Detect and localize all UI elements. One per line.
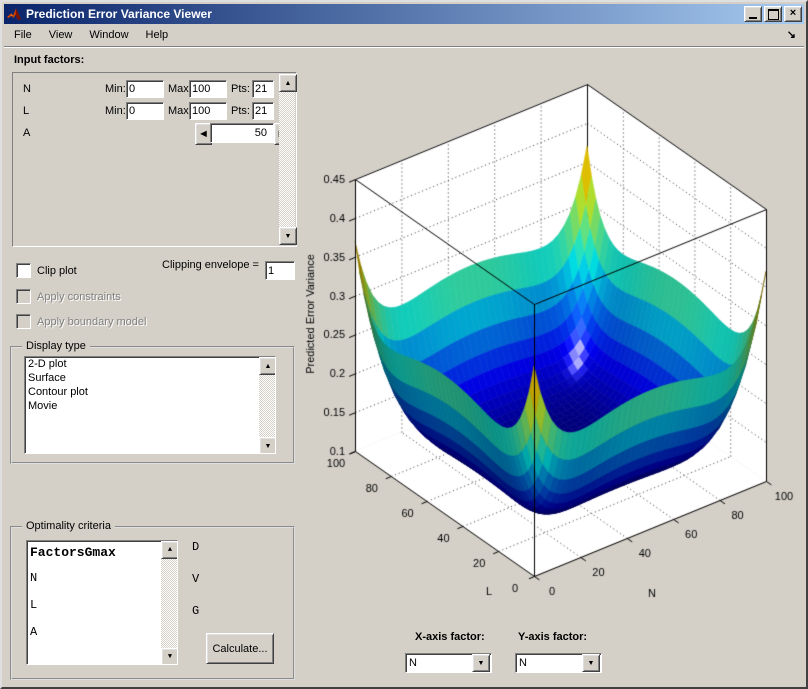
min-label-L: Min: <box>105 105 126 117</box>
apply-constraints-checkbox <box>16 289 31 304</box>
pts-label-N: Pts: <box>231 83 250 95</box>
factor-name-N: N <box>23 83 31 95</box>
slider-value-A[interactable]: 50 <box>210 123 274 143</box>
apply-boundary-row: Apply boundary model <box>16 314 146 329</box>
clip-plot-row: Clip plot <box>16 263 77 278</box>
app-window: { "window": { "title": "Prediction Error… <box>0 0 808 689</box>
menu-view[interactable]: View <box>42 26 80 44</box>
clip-plot-label: Clip plot <box>37 265 77 277</box>
criteria-letter-D: D <box>192 540 199 554</box>
close-icon: × <box>790 8 796 19</box>
max-label-L: Max <box>168 105 189 117</box>
factor-name-L: L <box>23 105 29 117</box>
scroll-down-icon[interactable]: ▼ <box>161 648 178 665</box>
maximize-icon <box>768 9 779 20</box>
minimize-button[interactable] <box>744 6 762 22</box>
min-input-N[interactable] <box>126 80 164 98</box>
display-type-list: 2-D plot Surface Contour plot Movie ▲ ▼ <box>24 356 276 454</box>
display-type-scrollbar[interactable]: ▲ ▼ <box>259 357 275 453</box>
display-type-title: Display type <box>22 340 90 352</box>
factor-name-A: A <box>23 127 30 139</box>
maximize-button[interactable] <box>764 6 782 22</box>
scroll-down-icon[interactable]: ▼ <box>259 437 276 454</box>
x-axis-factor-label: X-axis factor: <box>415 631 485 643</box>
menu-window[interactable]: Window <box>82 26 135 44</box>
clip-plot-checkbox[interactable] <box>16 263 31 278</box>
list-item-factorsgmax[interactable]: FactorsGmax <box>27 541 177 561</box>
list-item-surface[interactable]: Surface <box>25 371 275 385</box>
apply-constraints-row: Apply constraints <box>16 289 121 304</box>
clipping-envelope-label: Clipping envelope = <box>162 259 259 271</box>
input-factors-scrollbar[interactable]: ▲ ▼ <box>279 74 295 243</box>
optimality-list: FactorsGmax N L A ▲ ▼ <box>26 540 178 665</box>
pts-input-N[interactable] <box>252 80 274 98</box>
scroll-up-icon[interactable]: ▲ <box>161 541 178 559</box>
calculate-button[interactable]: Calculate... <box>206 633 274 664</box>
optimality-groupbox: Optimality criteria FactorsGmax N L A ▲ … <box>10 526 295 680</box>
scroll-down-icon[interactable]: ▼ <box>279 227 297 245</box>
close-button[interactable]: × <box>784 6 802 22</box>
window-title: Prediction Error Variance Viewer <box>26 7 212 21</box>
list-item-L[interactable]: L <box>27 586 177 613</box>
list-item-contour[interactable]: Contour plot <box>25 385 275 399</box>
optimality-title: Optimality criteria <box>22 520 115 532</box>
max-input-L[interactable] <box>189 102 227 120</box>
dropdown-icon[interactable]: ▼ <box>472 654 490 672</box>
clipping-envelope-input[interactable] <box>265 261 295 280</box>
scroll-up-icon[interactable]: ▲ <box>279 74 297 92</box>
pts-input-L[interactable] <box>252 102 274 120</box>
y-axis-factor-combo[interactable]: N ▼ <box>515 653 602 673</box>
dropdown-icon[interactable]: ▼ <box>582 654 600 672</box>
optimality-scrollbar[interactable]: ▲ ▼ <box>161 541 177 664</box>
dock-arrow-icon[interactable]: ↘ <box>787 30 796 41</box>
input-factors-panel: N Min: Max Pts: L Min: Max Pts: A ◄ 50 ►… <box>12 72 297 247</box>
display-type-groupbox: Display type 2-D plot Surface Contour pl… <box>10 346 295 464</box>
list-item-2d-plot[interactable]: 2-D plot <box>25 357 275 371</box>
min-input-L[interactable] <box>126 102 164 120</box>
y-axis-factor-value: N <box>516 657 582 669</box>
apply-boundary-label: Apply boundary model <box>37 316 146 328</box>
menu-file[interactable]: File <box>7 26 39 44</box>
input-factors-label: Input factors: <box>14 54 84 66</box>
list-item-movie[interactable]: Movie <box>25 399 275 413</box>
apply-boundary-checkbox <box>16 314 31 329</box>
x-axis-factor-combo[interactable]: N ▼ <box>405 653 492 673</box>
criteria-letter-V: V <box>192 572 199 586</box>
menu-help[interactable]: Help <box>139 26 176 44</box>
minimize-icon <box>749 17 757 19</box>
matlab-icon <box>6 7 22 22</box>
menu-bar: File View Window Help ↘ <box>4 24 804 47</box>
scroll-up-icon[interactable]: ▲ <box>259 357 276 375</box>
y-axis-factor-label: Y-axis factor: <box>518 631 587 643</box>
pts-label-L: Pts: <box>231 105 250 117</box>
list-item-N[interactable]: N <box>27 561 177 586</box>
surface-plot <box>298 48 808 628</box>
apply-constraints-label: Apply constraints <box>37 291 121 303</box>
list-item-A[interactable]: A <box>27 613 177 640</box>
criteria-letter-G: G <box>192 604 199 618</box>
min-label-N: Min: <box>105 83 126 95</box>
title-bar: Prediction Error Variance Viewer × <box>4 4 804 24</box>
x-axis-factor-value: N <box>406 657 472 669</box>
max-input-N[interactable] <box>189 80 227 98</box>
max-label-N: Max <box>168 83 189 95</box>
